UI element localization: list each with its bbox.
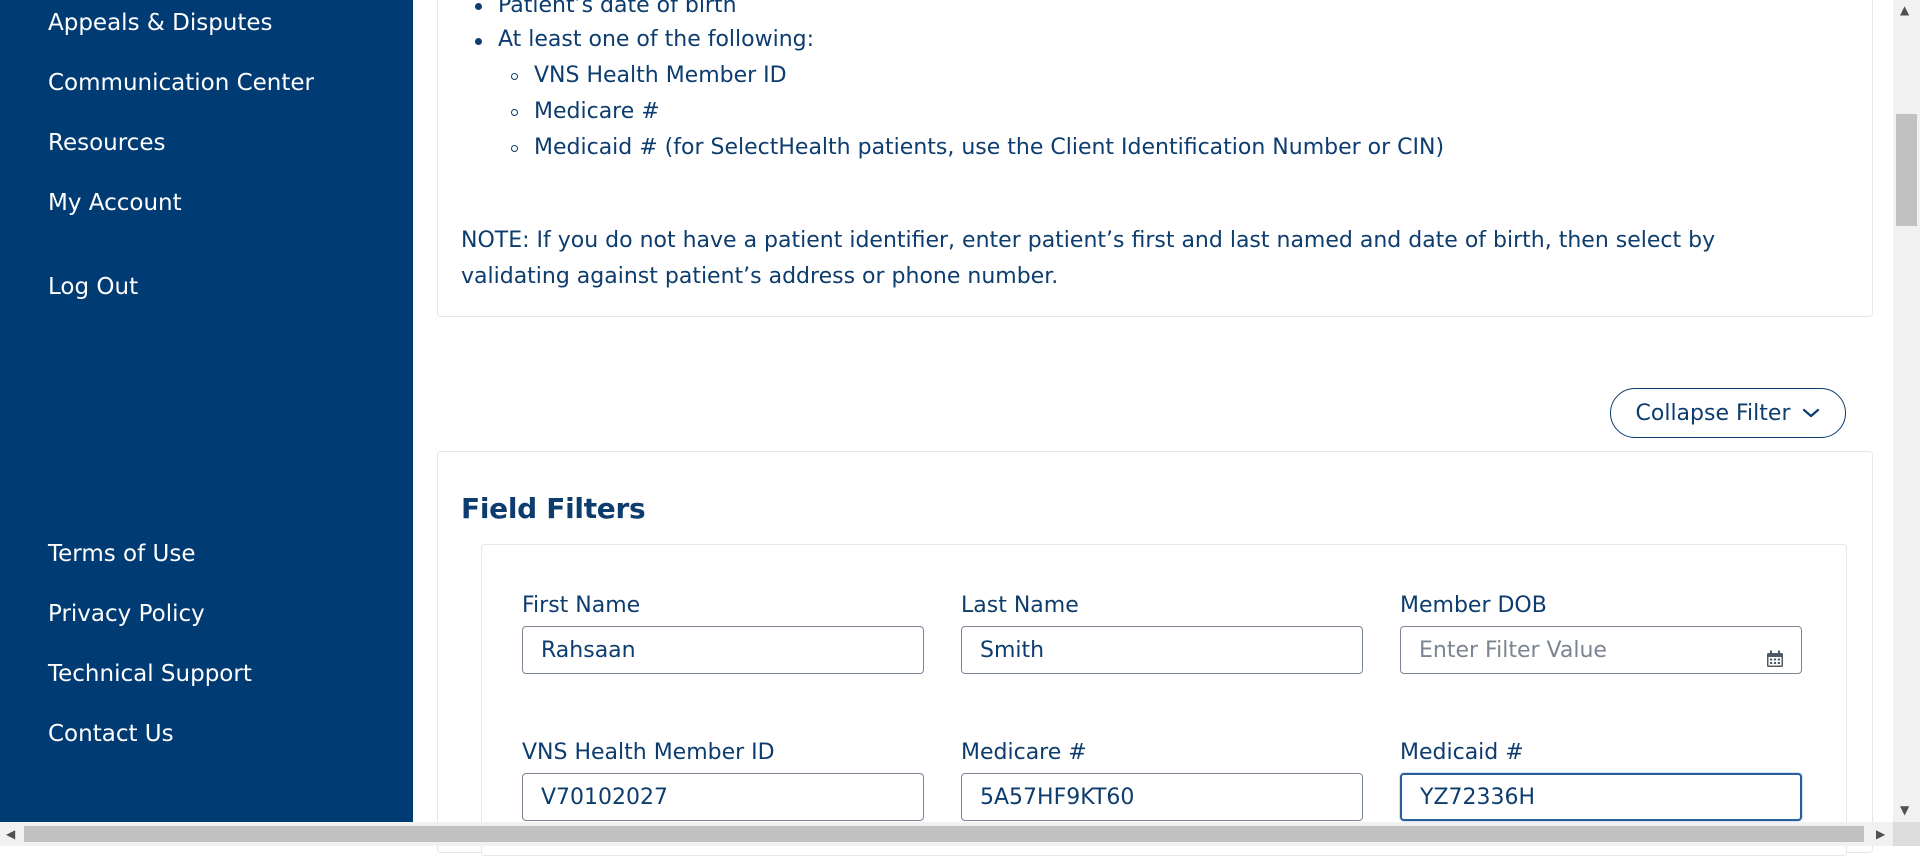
scroll-down-arrow-icon[interactable]: ▼ <box>1900 804 1909 816</box>
contact-us-link[interactable]: Contact Us <box>48 721 174 747</box>
medicare-input[interactable] <box>961 773 1363 821</box>
note-text: NOTE: If you do not have a patient ident… <box>461 228 1716 289</box>
sidebar-item-communication-center[interactable]: Communication Center <box>48 70 314 96</box>
sidebar: Appeals & Disputes Communication Center … <box>0 0 413 822</box>
last-name-input[interactable] <box>961 626 1363 674</box>
vns-member-id-input[interactable] <box>522 773 924 821</box>
bullet-dot <box>475 38 482 45</box>
medicaid-input[interactable] <box>1400 773 1802 821</box>
last-name-label: Last Name <box>961 593 1079 618</box>
sub-bullet-circle <box>511 73 518 80</box>
technical-support-link[interactable]: Technical Support <box>48 661 252 687</box>
sub-bullet-circle <box>511 109 518 116</box>
horizontal-scrollbar-thumb[interactable] <box>24 826 1864 842</box>
sub-bullet-member-id: VNS Health Member ID <box>534 63 787 88</box>
scrollbar-corner <box>1893 822 1920 846</box>
first-name-label: First Name <box>522 593 641 618</box>
scroll-left-arrow-icon[interactable]: ◀ <box>6 828 15 840</box>
logout-link[interactable]: Log Out <box>48 274 138 300</box>
privacy-policy-link[interactable]: Privacy Policy <box>48 601 205 627</box>
bullet-at-least-one: At least one of the following: <box>498 27 815 52</box>
sub-bullet-medicaid: Medicaid # (for SelectHealth patients, u… <box>534 135 1445 160</box>
bullet-dot <box>475 3 482 10</box>
field-filters-title: Field Filters <box>461 492 646 525</box>
collapse-filter-button[interactable]: Collapse Filter <box>1610 388 1846 438</box>
sub-bullet-medicare: Medicare # <box>534 99 660 124</box>
sidebar-item-appeals-disputes[interactable]: Appeals & Disputes <box>48 10 273 36</box>
sub-bullet-circle <box>511 145 518 152</box>
vns-member-id-label: VNS Health Member ID <box>522 740 775 765</box>
sidebar-item-my-account[interactable]: My Account <box>48 190 182 216</box>
member-dob-input[interactable] <box>1400 626 1802 674</box>
medicaid-label: Medicaid # <box>1400 740 1524 765</box>
bullet-patient-dob: Patient’s date of birth <box>498 0 737 18</box>
terms-of-use-link[interactable]: Terms of Use <box>48 541 196 567</box>
calendar-icon[interactable] <box>1766 650 1784 668</box>
chevron-down-icon <box>1803 408 1820 418</box>
scroll-right-arrow-icon[interactable]: ▶ <box>1876 828 1885 840</box>
medicare-label: Medicare # <box>961 740 1087 765</box>
scroll-up-arrow-icon[interactable]: ▲ <box>1900 4 1909 16</box>
sidebar-item-resources[interactable]: Resources <box>48 130 165 156</box>
first-name-input[interactable] <box>522 626 924 674</box>
vertical-scrollbar-thumb[interactable] <box>1896 114 1917 226</box>
collapse-filter-label: Collapse Filter <box>1635 400 1791 426</box>
member-dob-label: Member DOB <box>1400 593 1547 618</box>
